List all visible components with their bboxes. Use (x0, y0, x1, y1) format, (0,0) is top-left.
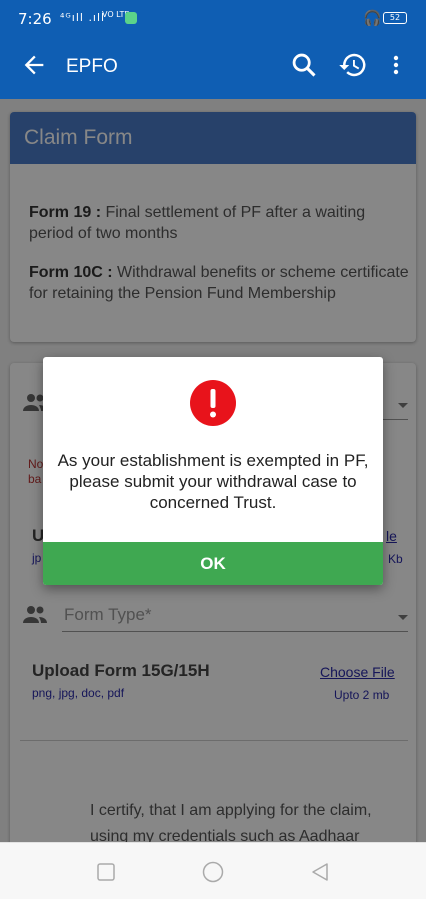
navigation-bar (0, 842, 426, 899)
dialog-message: As your establishment is exempted in PF,… (57, 451, 369, 512)
back-arrow-icon[interactable] (20, 51, 48, 79)
headset-icon: 🎧 (363, 9, 382, 27)
error-icon (190, 380, 236, 426)
alert-dialog: As your establishment is exempted in PF,… (43, 357, 383, 585)
ok-button[interactable]: OK (43, 542, 383, 585)
notification-icon (125, 12, 137, 24)
status-bar: 7:26 ⁴ᴳıll .ıll VO LTE 🎧 52 (0, 0, 426, 33)
app-bar: EPFO (0, 33, 426, 99)
signal-icon: ⁴ᴳıll .ıll (60, 11, 106, 24)
back-nav-icon[interactable] (310, 862, 330, 882)
recent-apps-icon[interactable] (97, 863, 115, 881)
battery-icon: 52 (383, 12, 407, 24)
history-icon[interactable] (338, 50, 368, 80)
search-icon[interactable] (290, 51, 318, 79)
more-options-icon[interactable] (384, 51, 408, 79)
app-title: EPFO (66, 56, 118, 77)
status-time: 7:26 (18, 10, 52, 28)
home-icon[interactable] (202, 861, 224, 883)
